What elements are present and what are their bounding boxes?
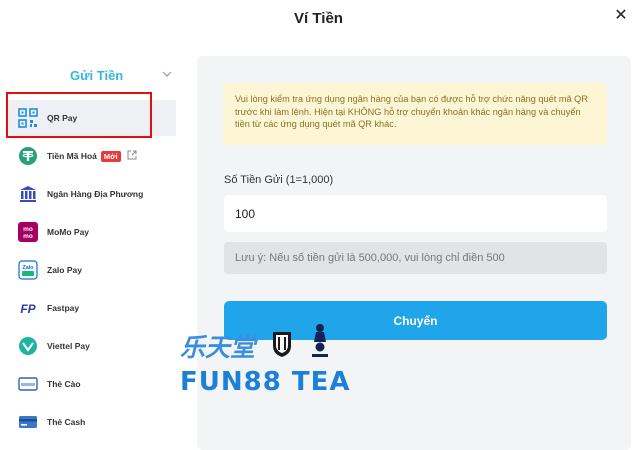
sidebar-item-label: Tiền Mã Hoá <box>47 151 97 161</box>
sidebar-item-label: Fastpay <box>47 303 80 313</box>
cash-card-icon <box>18 412 38 432</box>
amount-note: Lưu ý: Nếu số tiền gửi là 500,000, vui l… <box>224 242 607 274</box>
sidebar-item-fastpay[interactable]: FP Fastpay <box>6 290 176 326</box>
chevron-down-icon[interactable] <box>162 69 172 82</box>
sidebar-item-qr-pay[interactable]: QR Pay <box>6 100 176 136</box>
sidebar-item-cash-card[interactable]: Thẻ Cash <box>6 404 176 440</box>
svg-text:mo: mo <box>23 226 33 233</box>
external-link-icon[interactable] <box>127 150 137 162</box>
momo-icon: mo mo <box>18 222 38 242</box>
notice-box: Vui lòng kiểm tra ứng dụng ngân hàng của… <box>223 83 607 145</box>
sidebar-item-label: Thẻ Cash <box>47 417 86 427</box>
svg-text:FP: FP <box>20 302 36 316</box>
zalopay-icon: Zalo <box>18 260 38 280</box>
viettelpay-icon <box>18 336 38 356</box>
club-crest-icon <box>273 332 291 357</box>
bank-icon <box>18 184 38 204</box>
section-title: Gửi Tiền <box>70 68 124 83</box>
fastpay-icon: FP <box>18 298 38 318</box>
new-badge: Mới <box>100 150 121 162</box>
scratch-card-icon <box>18 374 38 394</box>
watermark-chinese-text: 乐天堂 <box>180 334 256 362</box>
svg-text:Zalo: Zalo <box>22 265 34 271</box>
qr-code-icon <box>18 108 38 128</box>
svg-text:mo: mo <box>23 233 33 240</box>
tether-icon <box>18 146 38 166</box>
sidebar: Gửi Tiền QR Pay Tiền Mã Hoá Mới Ngân Hàn… <box>0 56 190 450</box>
section-header-deposit[interactable]: Gửi Tiền <box>0 68 190 88</box>
sidebar-item-label: Zalo Pay <box>47 265 82 275</box>
sidebar-item-local-bank[interactable]: Ngân Hàng Địa Phương <box>6 176 176 212</box>
amount-input[interactable] <box>224 195 607 232</box>
sidebar-item-label: QR Pay <box>47 113 78 123</box>
sidebar-item-label: Thẻ Cào <box>47 379 81 389</box>
sidebar-item-momo[interactable]: mo mo MoMo Pay <box>6 214 176 250</box>
watermark-logo: 乐天堂 FUN88 TEA <box>180 322 390 397</box>
sidebar-item-label: Ngân Hàng Địa Phương <box>47 189 144 199</box>
close-icon[interactable]: ✕ <box>611 6 631 26</box>
rooster-crest-icon <box>312 324 328 357</box>
sidebar-item-label: MoMo Pay <box>47 227 90 237</box>
sidebar-item-scratch-card[interactable]: Thẻ Cào <box>6 366 176 402</box>
sidebar-item-viettelpay[interactable]: Viettel Pay <box>6 328 176 364</box>
watermark-english-text: FUN88 TEA <box>180 367 351 397</box>
sidebar-item-zalopay[interactable]: Zalo Zalo Pay <box>6 252 176 288</box>
amount-label: Số Tiền Gửi (1=1,000) <box>224 174 334 186</box>
sidebar-item-label: Viettel Pay <box>47 341 90 351</box>
sidebar-item-crypto[interactable]: Tiền Mã Hoá Mới <box>6 138 176 174</box>
page-title: Ví Tiền <box>294 10 343 27</box>
